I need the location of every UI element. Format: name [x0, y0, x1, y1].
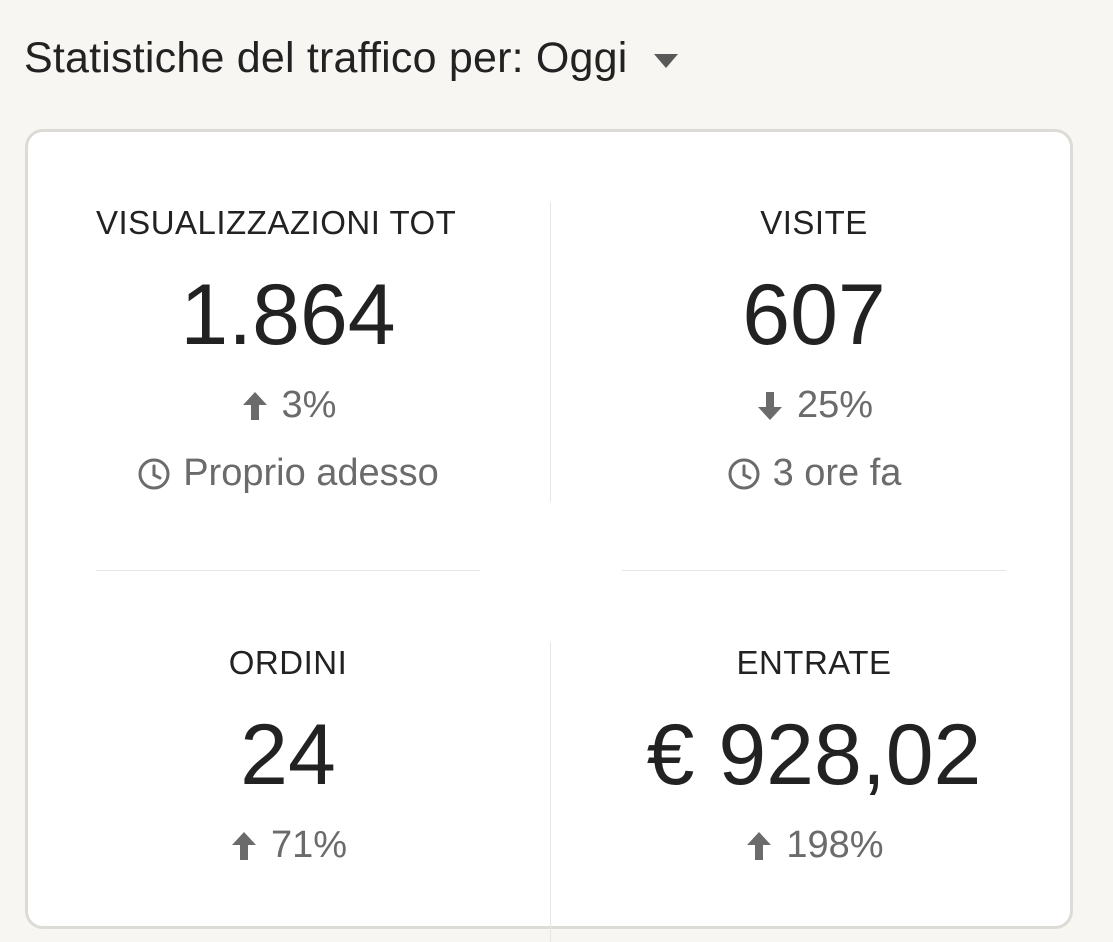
- stat-visits[interactable]: VISITE 607 25% 3 ore fa: [622, 132, 1006, 562]
- change-value: 71%: [270, 824, 348, 866]
- change-value: 25%: [796, 384, 874, 426]
- stats-card: VISUALIZZAZIONI TOT 1.864 3% Proprio ade…: [25, 129, 1073, 942]
- arrow-up-icon: [231, 831, 256, 860]
- stat-label: VISUALIZZAZIONI TOT: [96, 204, 457, 241]
- stat-value: € 928,02: [646, 707, 982, 803]
- stat-updated: 3 ore fa: [582, 452, 1046, 495]
- page-title: Statistiche del traffico per: Oggi: [24, 33, 628, 82]
- stat-label: ENTRATE: [736, 644, 892, 681]
- stat-updated: Proprio adesso: [56, 452, 520, 495]
- stat-change: 25%: [622, 384, 1006, 427]
- updated-time: Proprio adesso: [183, 452, 439, 494]
- period-selector[interactable]: Statistiche del traffico per: Oggi: [24, 28, 678, 88]
- caret-down-icon: [653, 54, 678, 68]
- change-value: 3%: [281, 384, 337, 426]
- row-divider-left: [96, 570, 480, 571]
- stat-views[interactable]: VISUALIZZAZIONI TOT 1.864 3% Proprio ade…: [96, 132, 480, 562]
- stat-change: 71%: [96, 824, 480, 867]
- clock-icon: [138, 458, 170, 489]
- stat-label: VISITE: [760, 204, 868, 241]
- stat-change: 3%: [96, 384, 480, 427]
- stat-revenue[interactable]: ENTRATE € 928,02 198%: [622, 572, 1006, 932]
- clock-icon: [728, 458, 760, 489]
- stat-label: ORDINI: [228, 644, 348, 681]
- stat-value: 607: [742, 267, 886, 363]
- row-divider-right: [622, 570, 1006, 571]
- arrow-up-icon: [242, 391, 267, 420]
- stat-value: 1.864: [180, 267, 396, 363]
- arrow-down-icon: [757, 391, 782, 420]
- arrow-up-icon: [747, 831, 772, 860]
- column-divider-bottom: [550, 642, 551, 942]
- column-divider-top: [550, 202, 551, 502]
- updated-time: 3 ore fa: [772, 452, 902, 494]
- stat-orders[interactable]: ORDINI 24 71%: [96, 572, 480, 932]
- stat-value: 24: [240, 707, 336, 803]
- stat-change: 198%: [622, 824, 1006, 867]
- change-value: 198%: [786, 824, 884, 866]
